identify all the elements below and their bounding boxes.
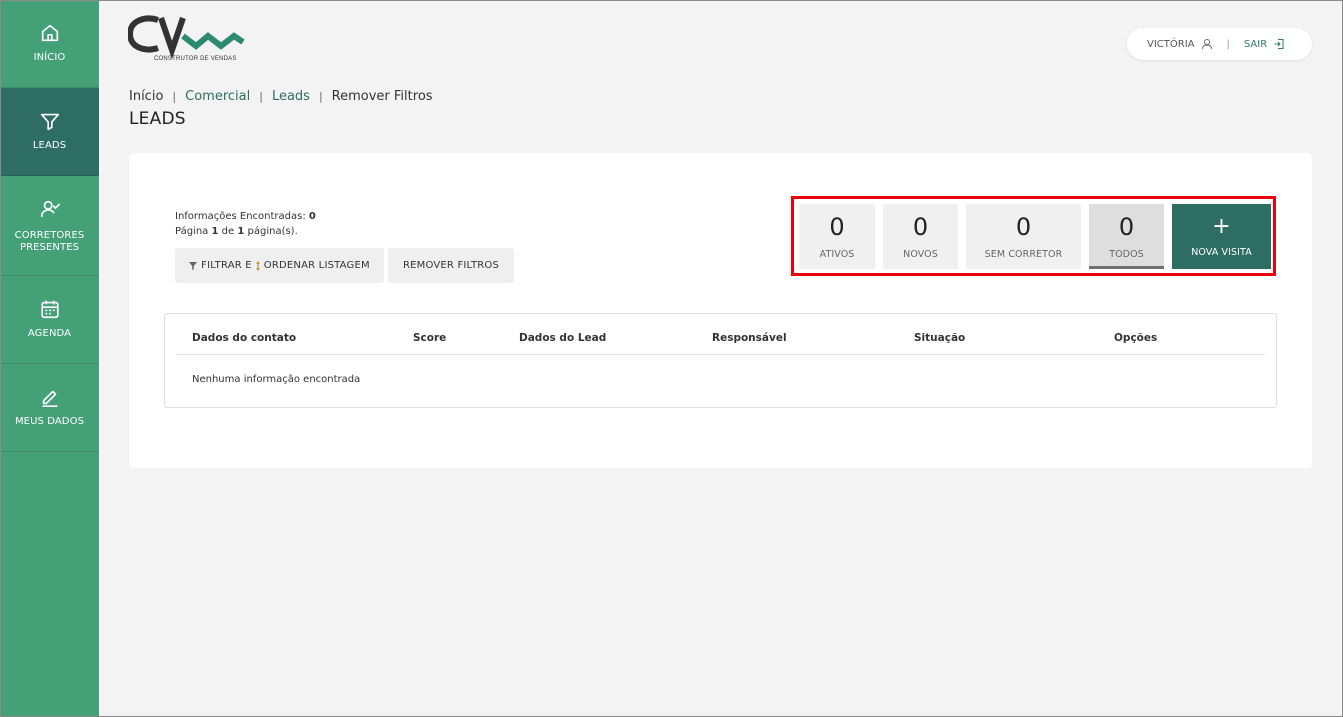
nova-visita-label: NOVA VISITA — [1191, 247, 1252, 258]
stat-value: 0 — [829, 213, 845, 241]
sidebar-item-inicio[interactable]: INÍCIO — [0, 0, 99, 88]
column-header[interactable]: Dados do contato — [192, 332, 296, 344]
breadcrumb-separator: | — [172, 90, 177, 103]
page-current: 1 — [211, 226, 219, 237]
sidebar-item-label: CORRETORES PRESENTES — [14, 230, 85, 253]
stat-value: 0 — [1015, 213, 1032, 241]
column-header[interactable]: Score — [413, 332, 446, 344]
logout-button[interactable]: SAIR — [1244, 38, 1285, 50]
column-header[interactable]: Opções — [1114, 332, 1157, 344]
sidebar: INÍCIO LEADS CORRETORES PRESENTES AGENDA… — [0, 0, 99, 717]
filter-label: FILTRAR E — [201, 260, 252, 271]
home-icon — [41, 24, 58, 42]
empty-message: Nenhuma informação encontrada — [192, 374, 361, 385]
stat-ativos[interactable]: 0 ATIVOS — [799, 204, 875, 269]
user-icon — [1201, 39, 1212, 50]
stat-novos[interactable]: 0 NOVOS — [883, 204, 958, 269]
sidebar-item-label: AGENDA — [27, 328, 72, 339]
sidebar-item-leads[interactable]: LEADS — [0, 88, 99, 176]
separator: | — [1226, 38, 1230, 50]
stat-label: ATIVOS — [819, 249, 855, 260]
leads-card: Informações Encontradas: 0 Página 1 de 1… — [129, 153, 1312, 468]
found-label: Informações Encontradas: — [175, 211, 306, 222]
breadcrumb-item-current: Remover Filtros — [331, 89, 433, 104]
results-summary: Informações Encontradas: 0 Página 1 de 1… — [175, 209, 316, 239]
user-menu: VICTÓRIA | SAIR — [1127, 28, 1312, 60]
logout-icon — [1274, 39, 1284, 49]
breadcrumb-separator: | — [259, 90, 263, 103]
page-prefix: Página — [175, 226, 209, 237]
funnel-icon — [40, 113, 59, 131]
breadcrumb-item-comercial[interactable]: Comercial — [185, 89, 250, 104]
sort-label: ORDENAR LISTAGEM — [263, 260, 370, 271]
sidebar-item-meus-dados[interactable]: MEUS DADOS — [0, 364, 99, 452]
stat-label: NOVOS — [903, 249, 938, 260]
sidebar-item-agenda[interactable]: AGENDA — [0, 276, 99, 364]
sidebar-item-label: INÍCIO — [33, 52, 66, 63]
page-of: de — [221, 226, 235, 237]
column-header[interactable]: Situação — [914, 332, 965, 344]
logout-label: SAIR — [1243, 38, 1268, 50]
column-header[interactable]: Responsável — [712, 332, 787, 344]
sort-icon — [255, 260, 260, 271]
found-count: 0 — [308, 211, 316, 222]
breadcrumb-separator: | — [318, 90, 323, 103]
pencil-icon — [42, 390, 57, 407]
page-total: 1 — [237, 226, 245, 237]
stat-value: 0 — [1118, 213, 1135, 241]
nova-visita-button[interactable]: + NOVA VISITA — [1172, 204, 1271, 269]
stat-sem-corretor[interactable]: 0 SEM CORRETOR — [966, 204, 1081, 269]
leads-table: Dados do contato Score Dados do Lead Res… — [164, 313, 1277, 408]
calendar-icon — [40, 300, 59, 319]
sidebar-item-corretores-presentes[interactable]: CORRETORES PRESENTES — [0, 176, 99, 276]
stat-label: SEM CORRETOR — [984, 249, 1063, 260]
breadcrumb: Início | Comercial | Leads | Remover Fil… — [129, 89, 433, 104]
stat-value: 0 — [912, 213, 929, 241]
plus-icon: + — [1212, 214, 1231, 239]
breadcrumb-item-leads[interactable]: Leads — [272, 89, 310, 104]
page-suffix: página(s). — [247, 226, 298, 237]
funnel-icon — [189, 261, 198, 270]
user-check-icon — [40, 200, 60, 218]
divider — [177, 354, 1265, 355]
logo-subtitle: CONSTRUTOR DE VENDAS — [154, 56, 237, 62]
page-title: LEADS — [129, 109, 186, 129]
sidebar-item-label: MEUS DADOS — [14, 416, 85, 427]
column-header[interactable]: Dados do Lead — [519, 332, 606, 344]
filter-sort-button[interactable]: FILTRAR E ORDENAR LISTAGEM — [175, 248, 384, 283]
user-name[interactable]: VICTÓRIA — [1147, 39, 1195, 50]
remove-filters-button[interactable]: REMOVER FILTROS — [388, 248, 514, 283]
sidebar-item-label: LEADS — [32, 140, 67, 151]
stat-label: TODOS — [1109, 249, 1144, 260]
stat-todos[interactable]: 0 TODOS — [1089, 204, 1164, 269]
breadcrumb-item-inicio[interactable]: Início — [129, 89, 163, 104]
